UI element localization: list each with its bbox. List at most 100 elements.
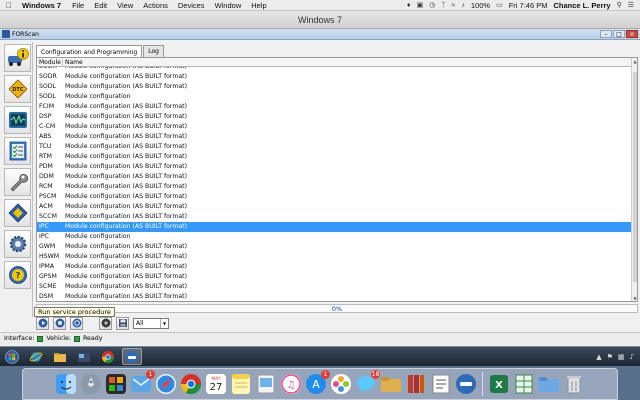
table-row[interactable]: PDM Module configuration (AS BUILT format… <box>37 162 633 172</box>
tray-flag-icon[interactable]: ⚑ <box>607 353 613 361</box>
dock-music[interactable]: ♫ <box>280 373 302 395</box>
minimize-icon[interactable]: – <box>600 30 612 38</box>
oscilloscope-button[interactable] <box>4 106 31 134</box>
table-row[interactable]: IPC Module configuration <box>37 232 633 242</box>
vertical-scrollbar[interactable]: ▲ ▼ <box>631 58 637 301</box>
column-header-name[interactable]: Name <box>63 58 83 66</box>
table-row[interactable]: SODL Module configuration (AS BUILT forma… <box>37 82 633 92</box>
load-button[interactable] <box>99 316 112 330</box>
menu-edit[interactable]: Edit <box>94 1 107 10</box>
table-row[interactable]: GWM Module configuration (AS BUILT format… <box>37 242 633 252</box>
tab-log[interactable]: Log <box>143 45 164 57</box>
spotlight-icon[interactable]: ⚲ <box>617 1 622 9</box>
filter-select[interactable]: All ▼ <box>133 317 169 329</box>
settings-button[interactable] <box>4 230 31 258</box>
volume-icon[interactable]: ♪ <box>461 2 465 9</box>
taskbar-internet-explorer[interactable] <box>26 348 46 365</box>
menu-devices[interactable]: Devices <box>178 1 205 10</box>
wifi-icon[interactable]: ≈ <box>452 2 456 9</box>
dock-documents-folder[interactable] <box>380 373 402 395</box>
dock-photo-booth[interactable] <box>105 373 127 395</box>
dock-mail[interactable]: 1 <box>130 370 155 395</box>
display-icon[interactable]: ▣ <box>417 1 424 9</box>
time-machine-icon[interactable]: ◷ <box>429 1 435 9</box>
app-title-bar[interactable]: FORScan – □ × <box>0 29 640 40</box>
dock-trash[interactable] <box>563 373 585 395</box>
column-header-module[interactable]: Module <box>37 58 63 66</box>
scroll-thumb[interactable] <box>633 72 637 282</box>
menu-view[interactable]: View <box>117 1 133 10</box>
dock-spreadsheet[interactable] <box>513 373 535 395</box>
table-row[interactable]: SCME Module configuration (AS BUILT forma… <box>37 282 633 292</box>
save-button[interactable] <box>116 316 129 330</box>
maximize-icon[interactable]: □ <box>613 30 625 38</box>
table-row[interactable]: PSCM Module configuration (AS BUILT forma… <box>37 192 633 202</box>
dock-forscan[interactable] <box>455 373 477 395</box>
table-row[interactable]: C-CM Module configuration (AS BUILT forma… <box>37 122 633 132</box>
dropbox-icon[interactable]: ♦ <box>407 2 411 9</box>
dock-excel[interactable]: X <box>488 373 510 395</box>
bluetooth-icon[interactable]: ᛉ <box>441 2 445 9</box>
scroll-up-icon[interactable]: ▲ <box>632 58 638 64</box>
dock-downloads-folder[interactable] <box>538 373 560 395</box>
reset-button[interactable] <box>70 316 83 330</box>
dock-messages[interactable]: 18 <box>355 370 380 395</box>
tray-expand-icon[interactable]: ▲ <box>596 353 601 361</box>
table-row[interactable]: RCM Module configuration (AS BUILT format… <box>37 182 633 192</box>
table-row[interactable]: FCIM Module configuration (AS BUILT forma… <box>37 102 633 112</box>
close-icon[interactable]: × <box>626 30 638 38</box>
dock-notes[interactable] <box>230 373 252 395</box>
table-row[interactable]: SCCM Module configuration (AS BUILT forma… <box>37 212 633 222</box>
table-row[interactable]: DSM Module configuration (AS BUILT format… <box>37 292 633 301</box>
table-row[interactable]: DDM Module configuration (AS BUILT format… <box>37 172 633 182</box>
dock-safari[interactable] <box>155 373 177 395</box>
battery-icon[interactable]: ▭ <box>496 1 503 9</box>
vehicle-info-button[interactable] <box>4 44 31 72</box>
table-row[interactable]: IPMA Module configuration (AS BUILT forma… <box>37 262 633 272</box>
table-row[interactable]: HSWM Module configuration (AS BUILT forma… <box>37 252 633 262</box>
stop-button[interactable] <box>53 316 66 330</box>
service-procedures-button[interactable] <box>4 168 31 196</box>
battery-percent[interactable]: 100% <box>471 1 490 10</box>
dock-preview[interactable] <box>255 373 277 395</box>
menu-user[interactable]: Chance L. Perry <box>553 1 610 10</box>
dock-launchpad[interactable] <box>80 373 102 395</box>
menu-clock[interactable]: Fri 7:46 PM <box>509 1 548 10</box>
dock-calendar[interactable]: MAY 27 <box>205 373 227 395</box>
taskbar-chrome[interactable] <box>98 348 118 365</box>
dock-books[interactable] <box>405 373 427 395</box>
table-row[interactable]: DSP Module configuration (AS BUILT format… <box>37 112 633 122</box>
taskbar-explorer[interactable] <box>50 348 70 365</box>
chevron-down-icon[interactable]: ▼ <box>160 318 168 328</box>
tray-network-icon[interactable]: ▦ <box>618 353 625 361</box>
menu-file[interactable]: File <box>72 1 84 10</box>
dock-text-edit[interactable] <box>430 373 452 395</box>
menu-window[interactable]: Window <box>215 1 242 10</box>
dtc-button[interactable]: DTC <box>4 75 31 103</box>
taskbar-media-player[interactable] <box>74 348 94 365</box>
table-row[interactable]: IPC Module configuration (AS BUILT format… <box>37 222 633 232</box>
dock-photos[interactable] <box>330 373 352 395</box>
table-row[interactable]: TCU Module configuration (AS BUILT format… <box>37 142 633 152</box>
module-config-button[interactable] <box>4 199 31 227</box>
table-row[interactable]: ACM Module configuration (AS BUILT format… <box>37 202 633 212</box>
notification-center-icon[interactable]: ☰ <box>628 1 634 9</box>
scroll-down-icon[interactable]: ▼ <box>632 295 638 301</box>
table-row[interactable]: SODR Module configuration (AS BUILT forma… <box>37 72 633 82</box>
menu-actions[interactable]: Actions <box>143 1 168 10</box>
run-button[interactable] <box>36 316 49 330</box>
table-row[interactable]: ABS Module configuration (AS BUILT format… <box>37 132 633 142</box>
vm-window-title-bar[interactable]: Windows 7 <box>0 11 640 29</box>
table-row[interactable]: SODL Module configuration <box>37 92 633 102</box>
table-row[interactable]: GPSM Module configuration (AS BUILT forma… <box>37 272 633 282</box>
dock-chrome[interactable] <box>180 373 202 395</box>
help-button[interactable]: ? <box>4 261 31 289</box>
apple-icon[interactable]:  <box>6 1 18 10</box>
tests-button[interactable] <box>4 137 31 165</box>
menu-app-name[interactable]: Windows 7 <box>22 1 61 10</box>
table-row[interactable]: RTM Module configuration (AS BUILT format… <box>37 152 633 162</box>
start-button[interactable] <box>2 348 22 365</box>
dock-finder[interactable] <box>55 373 77 395</box>
menu-help[interactable]: Help <box>251 1 266 10</box>
dock-app-store[interactable]: A 1 <box>305 370 330 395</box>
